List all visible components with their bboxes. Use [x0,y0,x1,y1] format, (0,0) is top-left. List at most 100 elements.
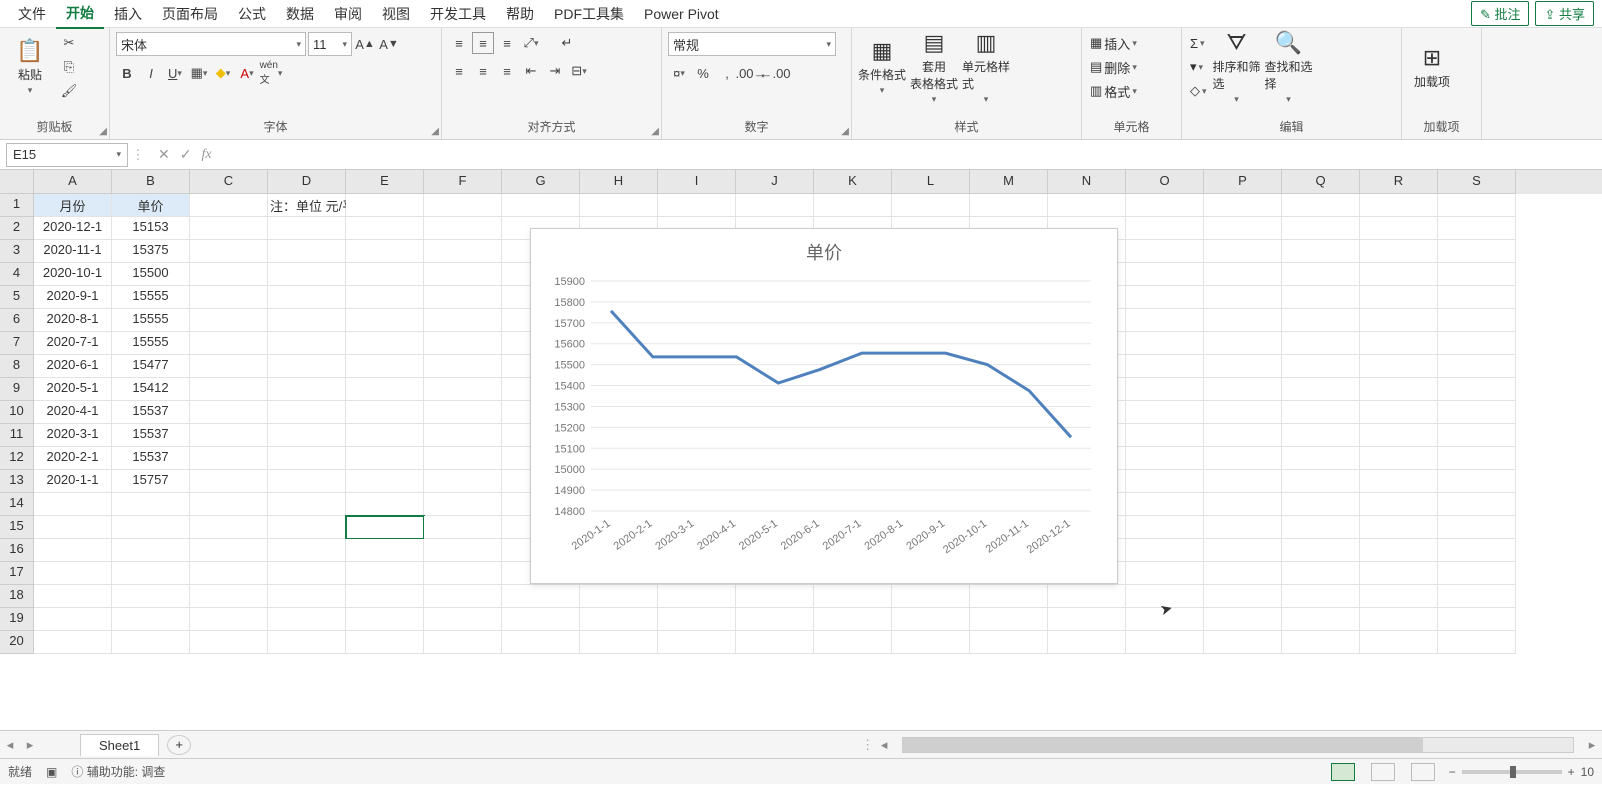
cell[interactable] [346,194,424,217]
cell[interactable] [1438,470,1516,493]
cell[interactable] [190,539,268,562]
cell[interactable] [1438,240,1516,263]
cell[interactable] [1360,217,1438,240]
cell[interactable] [1204,378,1282,401]
copy-button[interactable]: ⎘ [58,56,80,78]
cell[interactable] [424,562,502,585]
cell[interactable] [1126,493,1204,516]
cell[interactable] [1204,286,1282,309]
cell[interactable] [892,194,970,217]
cell[interactable] [190,355,268,378]
cell[interactable] [112,608,190,631]
cell[interactable] [424,608,502,631]
cell[interactable]: 2020-2-1 [34,447,112,470]
menu-pdf[interactable]: PDF工具集 [544,0,634,28]
cell[interactable] [892,608,970,631]
cell[interactable] [1204,470,1282,493]
column-header[interactable]: E [346,170,424,194]
cell[interactable] [1360,240,1438,263]
cell[interactable] [1126,447,1204,470]
cell[interactable] [268,217,346,240]
cell[interactable] [1360,378,1438,401]
italic-button[interactable]: I [140,62,162,84]
cell[interactable] [658,608,736,631]
cell[interactable] [970,608,1048,631]
cell[interactable] [580,194,658,217]
cell[interactable] [346,562,424,585]
cell[interactable] [1282,240,1360,263]
cell[interactable] [814,631,892,654]
cell[interactable] [1204,194,1282,217]
font-size-combo[interactable]: 11▾ [308,32,352,56]
cell[interactable] [268,332,346,355]
horizontal-scrollbar[interactable] [902,737,1574,753]
cell[interactable] [1048,194,1126,217]
underline-button[interactable]: U▾ [164,62,186,84]
cell[interactable] [424,355,502,378]
column-header[interactable]: Q [1282,170,1360,194]
merge-center-button[interactable]: ⊟▾ [568,60,590,82]
cell[interactable] [346,447,424,470]
cell[interactable] [1360,562,1438,585]
cell[interactable] [1126,355,1204,378]
cell[interactable]: 2020-10-1 [34,263,112,286]
row-header[interactable]: 1 [0,194,34,217]
cell[interactable]: 15537 [112,447,190,470]
cell[interactable] [1126,263,1204,286]
cell[interactable] [1048,608,1126,631]
cell[interactable] [736,631,814,654]
cell[interactable] [268,539,346,562]
autosum-button[interactable]: Σ ▾ [1188,32,1209,54]
cell[interactable]: 15477 [112,355,190,378]
fill-button[interactable]: ▾ ▾ [1188,56,1209,78]
cell[interactable] [268,631,346,654]
alignment-launcher[interactable]: ◢ [651,126,659,137]
cell[interactable] [1204,585,1282,608]
cell[interactable] [190,631,268,654]
chart-container[interactable]: 单价 1480014900150001510015200153001540015… [530,228,1118,584]
accessibility-status[interactable]: ⓘ 辅助功能: 调查 [71,763,165,780]
cell[interactable] [502,631,580,654]
cell[interactable] [346,286,424,309]
zoom-value[interactable]: 10 [1581,765,1594,779]
cell[interactable] [970,194,1048,217]
cell[interactable] [1204,631,1282,654]
enter-formula-icon[interactable]: ✓ [180,146,192,163]
view-page-break-button[interactable] [1411,763,1435,781]
cell[interactable] [1438,194,1516,217]
cell[interactable] [892,631,970,654]
cell[interactable] [1048,631,1126,654]
cell[interactable] [190,585,268,608]
cell[interactable] [34,608,112,631]
cell[interactable] [190,493,268,516]
cell[interactable] [1438,516,1516,539]
cell[interactable] [190,263,268,286]
cell[interactable] [1126,401,1204,424]
zoom-slider[interactable] [1462,770,1562,774]
menu-dev[interactable]: 开发工具 [420,0,496,28]
row-header[interactable]: 17 [0,562,34,585]
cell[interactable] [1126,286,1204,309]
cell[interactable] [502,194,580,217]
sheet-tab-1[interactable]: Sheet1 [80,734,159,756]
row-header[interactable]: 10 [0,401,34,424]
row-header[interactable]: 14 [0,493,34,516]
menu-help[interactable]: 帮助 [496,0,544,28]
cell[interactable] [1126,516,1204,539]
name-box[interactable]: E15▾ [6,143,128,167]
cell[interactable] [424,401,502,424]
cell[interactable] [1204,401,1282,424]
cell[interactable] [190,309,268,332]
zoom-slider-handle[interactable] [1510,766,1516,778]
cell[interactable] [1282,631,1360,654]
cell[interactable]: 2020-12-1 [34,217,112,240]
cell[interactable] [346,332,424,355]
column-header[interactable]: H [580,170,658,194]
cell[interactable]: 15412 [112,378,190,401]
cell[interactable] [424,631,502,654]
zoom-in-button[interactable]: + [1568,765,1575,779]
column-header[interactable]: I [658,170,736,194]
cell[interactable] [190,447,268,470]
column-header[interactable]: R [1360,170,1438,194]
cell[interactable] [1204,240,1282,263]
